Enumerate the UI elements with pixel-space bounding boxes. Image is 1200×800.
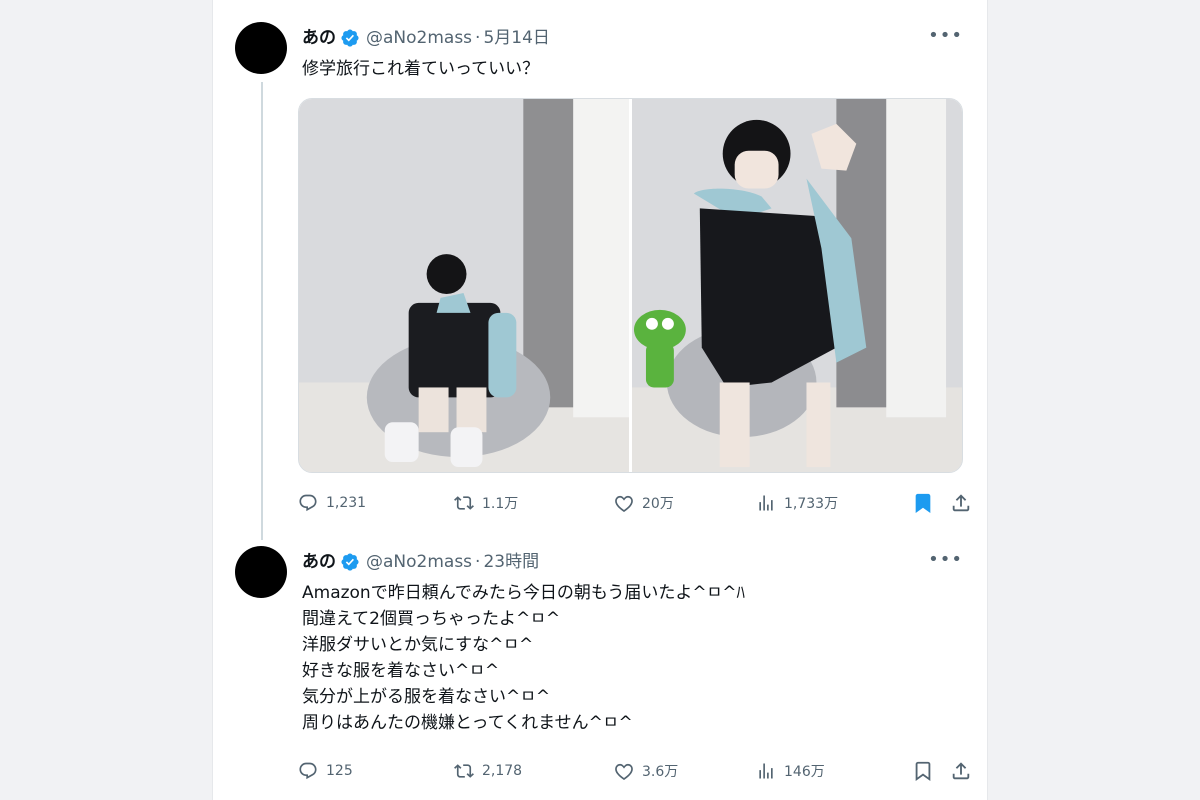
like-button[interactable]: 3.6万 <box>614 761 756 781</box>
retweet-button[interactable]: 2,178 <box>454 761 614 781</box>
tweet-actions: 1,231 1.1万 20万 1,733万 <box>298 488 978 518</box>
author-handle[interactable]: @aNo2mass <box>366 28 472 48</box>
reply-button[interactable]: 125 <box>298 761 454 781</box>
more-options-icon[interactable]: ••• <box>928 550 963 570</box>
like-icon <box>615 763 633 781</box>
retweet-icon <box>454 764 474 778</box>
like-button[interactable]: 20万 <box>614 493 756 513</box>
tweet-photo[interactable] <box>299 99 629 472</box>
tweet-photo[interactable] <box>632 99 962 472</box>
share-icon[interactable] <box>950 760 972 782</box>
tweet-header: あの @aNo2mass · 23時間 <box>302 552 539 572</box>
timeline: あの @aNo2mass · 5月14日 ••• 修学旅行これ着ていっていい？ <box>212 0 988 800</box>
views-count: 146万 <box>784 764 825 780</box>
author-name[interactable]: あの <box>302 28 336 48</box>
tweet-date[interactable]: 23時間 <box>483 552 539 572</box>
views-button[interactable]: 146万 <box>756 761 916 781</box>
bookmark-filled-icon[interactable] <box>912 492 934 514</box>
tweet-media[interactable] <box>298 98 963 473</box>
tweet-header: あの @aNo2mass · 5月14日 <box>302 28 550 48</box>
separator-dot: · <box>475 28 481 48</box>
reply-count: 1,231 <box>326 495 367 511</box>
bookmark-icon[interactable] <box>912 760 934 782</box>
reply-icon <box>299 762 317 780</box>
tweet-text: Amazonで昨日頼んでみたら今日の朝もう届いたよ^ㅁ^ﾊ 間違えて2個買っちゃ… <box>302 583 745 733</box>
like-count: 20万 <box>642 496 674 512</box>
views-icon <box>759 495 773 511</box>
separator-dot: · <box>475 552 481 572</box>
views-button[interactable]: 1,733万 <box>756 493 916 513</box>
retweet-count: 1.1万 <box>482 496 519 512</box>
like-icon <box>615 495 633 513</box>
author-handle[interactable]: @aNo2mass <box>366 552 472 572</box>
views-count: 1,733万 <box>784 496 839 512</box>
retweet-button[interactable]: 1.1万 <box>454 493 614 513</box>
tweet-text: 修学旅行これ着ていっていい？ <box>302 59 540 79</box>
more-options-icon[interactable]: ••• <box>928 26 963 46</box>
tweet-date[interactable]: 5月14日 <box>483 28 549 48</box>
reply-icon <box>299 494 317 512</box>
like-count: 3.6万 <box>642 764 679 780</box>
reply-button[interactable]: 1,231 <box>298 493 454 513</box>
retweet-icon <box>454 496 474 510</box>
views-icon <box>759 763 773 779</box>
retweet-count: 2,178 <box>482 763 523 779</box>
avatar[interactable] <box>235 546 287 598</box>
author-name[interactable]: あの <box>302 552 336 572</box>
verified-badge-icon <box>341 29 359 47</box>
avatar[interactable] <box>235 22 287 74</box>
tweet-actions: 125 2,178 3.6万 146万 <box>298 756 978 786</box>
reply-count: 125 <box>326 763 353 779</box>
verified-badge-icon <box>341 553 359 571</box>
share-icon[interactable] <box>950 492 972 514</box>
thread-connector-line <box>261 82 263 540</box>
